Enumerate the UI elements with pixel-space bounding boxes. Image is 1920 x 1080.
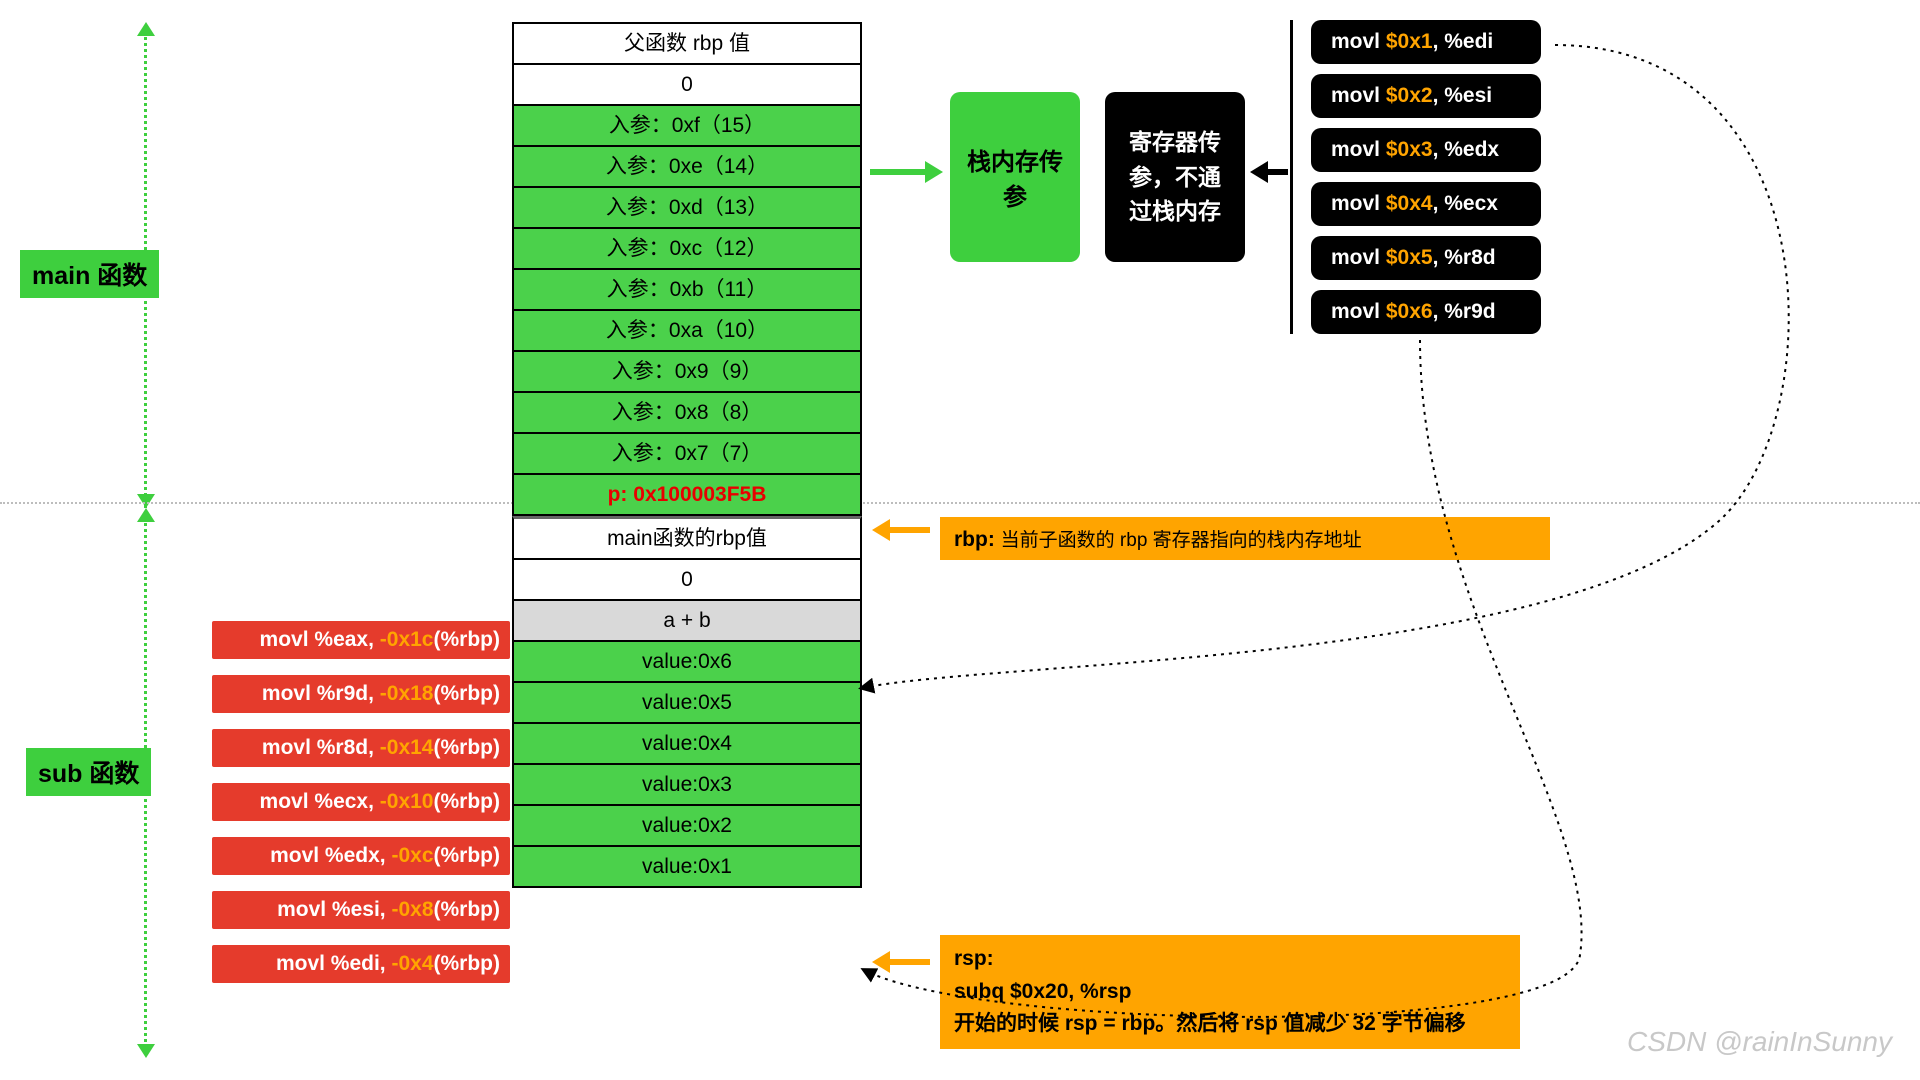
stack-cell: 0 [512,560,862,601]
watermark: CSDN @rainInSunny [1627,1026,1892,1058]
register-pass-box: 寄存器传参，不通过栈内存 [1105,92,1245,262]
stack-cell: 入参：0xd（13） [512,188,862,229]
stack-cell: value:0x4 [512,724,862,765]
stack-cell: 入参：0x8（8） [512,393,862,434]
vertical-axis [144,30,147,1050]
asm-store-tag: movl %edi, -0x4(%rbp) [212,945,510,983]
asm-store-tag: movl %edx, -0xc(%rbp) [212,837,510,875]
rsp-callout: rsp: subq $0x20, %rsp 开始的时候 rsp = rbp。然后… [940,935,1520,1049]
rsp-line2: subq $0x20, %rsp [954,976,1506,1009]
axis-arrow-mid-down-icon [137,494,155,508]
stack-cell: 入参：0xb（11） [512,270,862,311]
stack-cell: 入参：0xf（15） [512,106,862,147]
stack-column: 父函数 rbp 值 0 入参：0xf（15） 入参：0xe（14） 入参：0xd… [512,22,862,888]
main-func-label: main 函数 [20,250,159,298]
axis-arrow-down-icon [137,1044,155,1058]
asm-item: movl $0x1, %edi [1311,20,1541,64]
stack-cell: value:0x5 [512,683,862,724]
axis-arrow-mid-up-icon [137,508,155,522]
stack-cell: 入参：0xc（12） [512,229,862,270]
rbp-callout-bold: rbp: [954,528,1001,551]
asm-store-tag: movl %eax, -0x1c(%rbp) [212,621,510,659]
stack-cell: value:0x6 [512,642,862,683]
stack-cell-return-addr: p: 0x100003F5B [512,475,862,516]
horizontal-separator [0,502,1920,504]
stack-cell: 入参：0x9（9） [512,352,862,393]
stack-cell: value:0x3 [512,765,862,806]
stack-cell: value:0x1 [512,847,862,888]
rsp-line3: 开始的时候 rsp = rbp。然后将 rsp 值减少 32 字节偏移 [954,1008,1506,1041]
stack-pass-box: 栈内存传参 [950,92,1080,262]
asm-store-tag: movl %r9d, -0x18(%rbp) [212,675,510,713]
asm-store-tag: movl %esi, -0x8(%rbp) [212,891,510,929]
stack-cell: main函数的rbp值 [512,516,862,560]
asm-store-tag: movl %ecx, -0x10(%rbp) [212,783,510,821]
stack-cell: 0 [512,65,862,106]
rbp-callout: rbp: 当前子函数的 rbp 寄存器指向的栈内存地址 [940,517,1550,560]
sub-func-label: sub 函数 [26,748,151,796]
asm-register-list: movl $0x1, %edi movl $0x2, %esi movl $0x… [1290,20,1541,334]
stack-cell: 入参：0xa（10） [512,311,862,352]
stack-cell: 入参：0xe（14） [512,147,862,188]
stack-cell: a + b [512,601,862,642]
rbp-callout-text: 当前子函数的 rbp 寄存器指向的栈内存地址 [1001,530,1362,551]
asm-item: movl $0x3, %edx [1311,128,1541,172]
stack-cell: value:0x2 [512,806,862,847]
asm-store-tag: movl %r8d, -0x14(%rbp) [212,729,510,767]
asm-item: movl $0x4, %ecx [1311,182,1541,226]
asm-item: movl $0x5, %r8d [1311,236,1541,280]
stack-cell: 父函数 rbp 值 [512,22,862,65]
axis-arrow-up-icon [137,22,155,36]
rsp-line1: rsp: [954,943,1506,976]
asm-item: movl $0x2, %esi [1311,74,1541,118]
asm-item: movl $0x6, %r9d [1311,290,1541,334]
stack-cell: 入参：0x7（7） [512,434,862,475]
